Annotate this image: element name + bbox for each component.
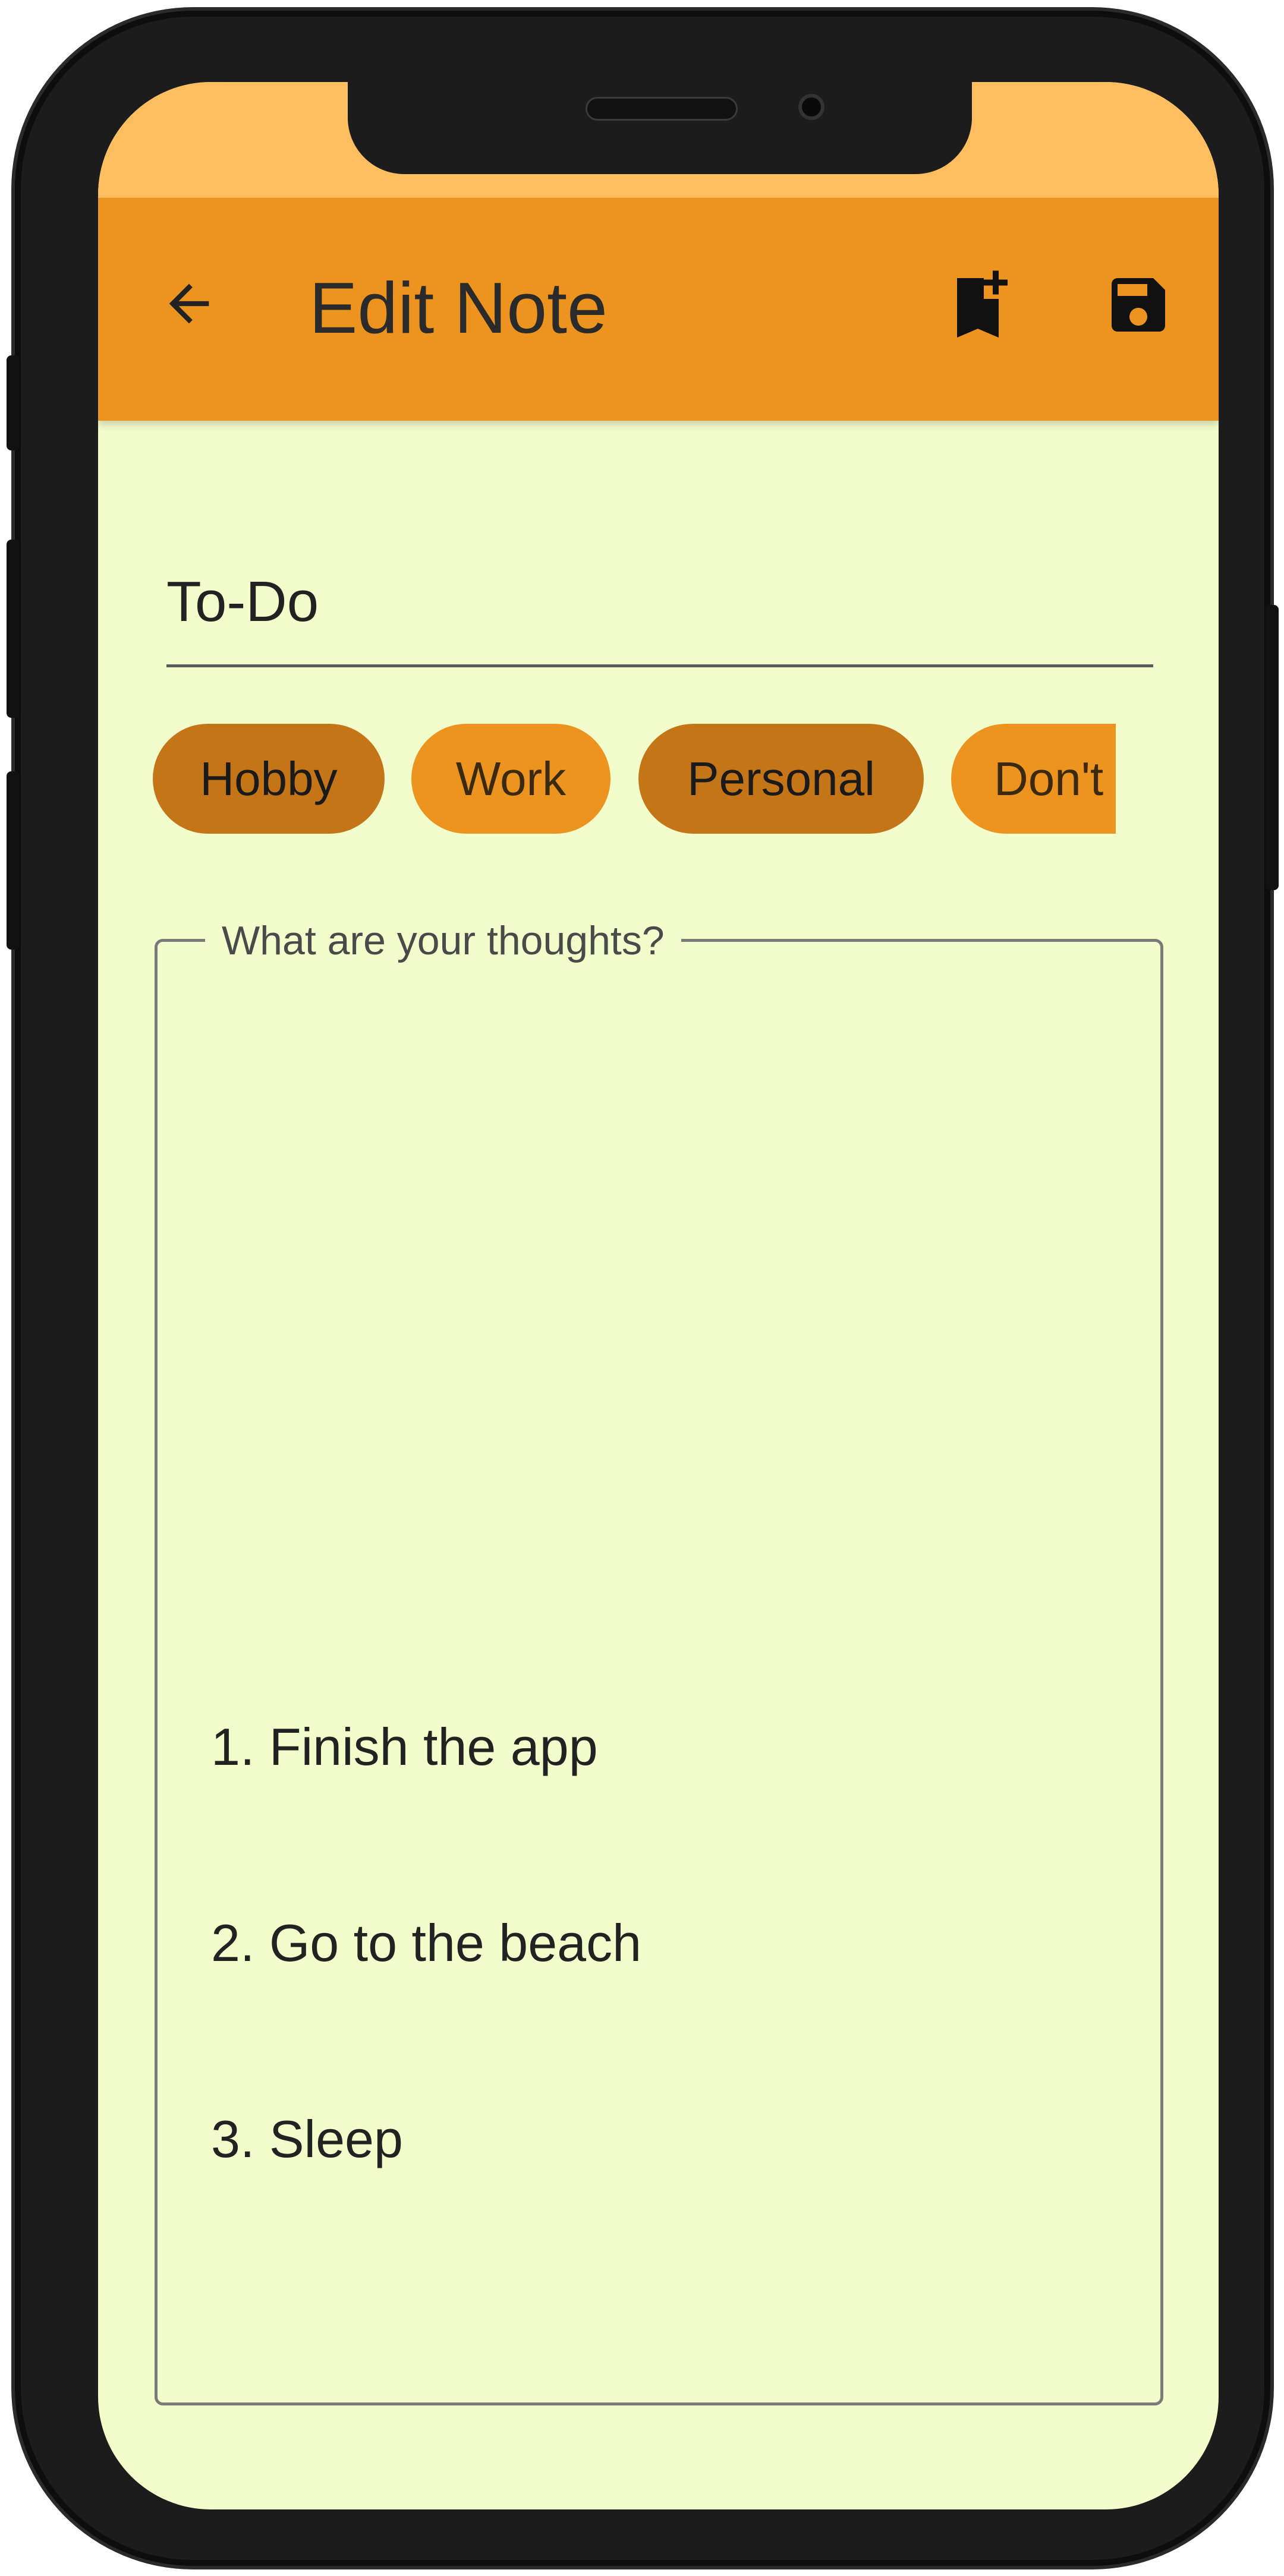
phone-power-button — [1266, 605, 1279, 890]
chip-work[interactable]: Work — [411, 724, 610, 834]
bookmark-add-icon — [957, 270, 1008, 338]
chip-personal[interactable]: Personal — [638, 724, 924, 834]
speaker-grille — [586, 97, 738, 121]
add-bookmark-button[interactable] — [936, 263, 1019, 346]
note-body-label: What are your thoughts? — [205, 915, 681, 966]
phone-volume-up-button — [7, 540, 20, 718]
app-screen: Edit Note Hobby Wor — [98, 82, 1219, 2509]
note-body-field[interactable]: What are your thoughts? 1. Finish the ap… — [155, 915, 1163, 2405]
app-bar: Edit Note — [98, 198, 1219, 421]
camera-icon — [798, 94, 824, 120]
body-line: 1. Finish the app — [211, 1717, 598, 1776]
chip-label: Work — [455, 752, 567, 805]
phone-frame: Edit Note Hobby Wor — [7, 11, 1279, 2566]
chip-label: Hobby — [200, 752, 338, 805]
save-icon — [1112, 278, 1165, 332]
note-title-field — [166, 540, 1153, 667]
phone-notch — [348, 82, 972, 174]
back-button[interactable] — [155, 269, 223, 338]
chip-label: Don't Fo — [994, 752, 1116, 805]
chip-hobby[interactable]: Hobby — [153, 724, 385, 834]
chip-label: Personal — [687, 752, 875, 805]
title-underline — [166, 664, 1153, 667]
page-title: Edit Note — [309, 267, 608, 348]
note-body-text[interactable]: 1. Finish the app 2. Go to the beach 3. … — [211, 1584, 641, 2303]
body-line: 2. Go to the beach — [211, 1913, 642, 1972]
arrow-back-icon — [169, 283, 209, 323]
chip-dont-forget[interactable]: Don't Fo — [951, 724, 1116, 834]
tag-chip-row[interactable]: Hobby Work Personal Don't Fo — [153, 724, 1116, 843]
phone-side-button — [7, 355, 20, 450]
note-title-input[interactable] — [166, 540, 1153, 664]
body-line: 3. Sleep — [211, 2110, 403, 2168]
save-button[interactable] — [1097, 263, 1180, 346]
phone-volume-down-button — [7, 771, 20, 950]
